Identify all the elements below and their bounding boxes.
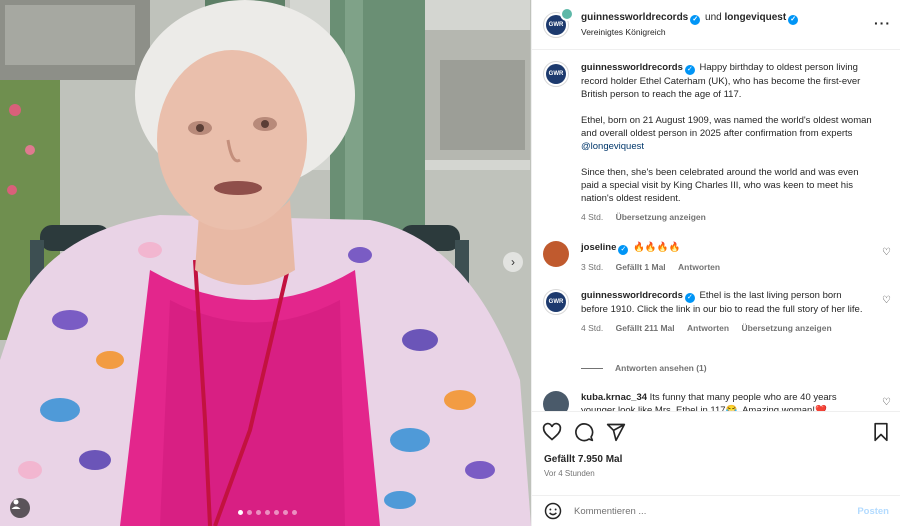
comment-body: joseline ✓ 🔥🔥🔥🔥 3 Std. Gefällt 1 Mal Antw… [581, 241, 871, 274]
comment-time[interactable]: 3 Std. [581, 262, 603, 272]
comment-input[interactable] [574, 505, 858, 517]
comment-icon[interactable] [574, 422, 594, 442]
caption-meta: 4 Std. Übersetzung anzeigen [581, 211, 876, 224]
translate-button[interactable]: Übersetzung anzeigen [741, 323, 831, 333]
comment-body: kuba.krnac_34 Its funny that many people… [581, 391, 871, 411]
carousel-dot [292, 510, 297, 515]
comments-list[interactable]: GWR guinnessworldrecords ✓ Happy birthday… [532, 51, 900, 411]
caption-paragraph: Since then, she's been celebrated around… [581, 166, 876, 205]
collaborator-avatar[interactable] [560, 6, 574, 21]
post-timestamp[interactable]: Vor 4 Stunden [544, 469, 595, 478]
header-usernames: guinnessworldrecords ✓ und longeviquest ✓ [581, 10, 800, 25]
comment-username[interactable]: guinnessworldrecords [581, 290, 683, 301]
bookmark-icon[interactable] [871, 422, 891, 442]
comment-meta: 3 Std. Gefällt 1 Mal Antworten [581, 261, 871, 274]
like-comment-heart-icon[interactable]: ♡ [882, 295, 891, 306]
post-side-panel: GWR guinnessworldrecords ✓ und longevique… [531, 0, 900, 526]
post-header: GWR guinnessworldrecords ✓ und longevique… [532, 0, 900, 50]
photo-illustration [0, 0, 531, 526]
header-text: guinnessworldrecords ✓ und longeviquest ✓ … [581, 10, 800, 40]
more-options-icon[interactable]: ··· [874, 16, 891, 30]
carousel-dot [283, 510, 288, 515]
verified-icon: ✓ [788, 14, 799, 25]
verified-icon: ✓ [690, 14, 701, 25]
caption-paragraph: Ethel, born on 21 August 1909, was named… [581, 114, 876, 153]
comment-username[interactable]: kuba.krnac_34 [581, 392, 647, 403]
carousel-dot [256, 510, 261, 515]
post-modal: › GWR guinnessworldrecords ✓ und longevi… [0, 0, 900, 526]
comment-text: 🔥🔥🔥🔥 [633, 242, 681, 253]
commenter-avatar[interactable]: GWR [543, 289, 569, 315]
verified-icon: ✓ [684, 65, 695, 75]
header-joiner: und [705, 11, 722, 23]
caption-body: guinnessworldrecords ✓ Happy birthday to … [581, 61, 876, 224]
comment-item: GWR guinnessworldrecords ✓ Ethel is the l… [543, 289, 891, 335]
comment-item: joseline ✓ 🔥🔥🔥🔥 3 Std. Gefällt 1 Mal Antw… [543, 241, 891, 274]
commenter-avatar[interactable] [543, 391, 569, 411]
author-username[interactable]: guinnessworldrecords [581, 12, 688, 23]
caption-text: Ethel, born on 21 August 1909, was named… [581, 115, 872, 139]
comment-item: kuba.krnac_34 Its funny that many people… [543, 391, 891, 411]
user-icon [11, 499, 21, 509]
gwr-logo-icon: GWR [546, 64, 566, 84]
caption-avatar[interactable]: GWR [543, 61, 569, 87]
carousel-dot [247, 510, 252, 515]
carousel-dot [274, 510, 279, 515]
caption: GWR guinnessworldrecords ✓ Happy birthday… [543, 61, 891, 224]
carousel-dot [265, 510, 270, 515]
comment-body: guinnessworldrecords ✓ Ethel is the last … [581, 289, 871, 335]
comment-meta: 4 Std. Gefällt 211 Mal Antworten Überset… [581, 322, 871, 335]
location-link[interactable]: Vereinigtes Königreich [581, 25, 800, 40]
carousel-indicator [238, 510, 297, 515]
comment-composer: Posten [532, 495, 900, 526]
replies-divider [581, 367, 603, 369]
reply-button[interactable]: Antworten [678, 262, 720, 272]
comment-likes[interactable]: Gefällt 211 Mal [616, 323, 675, 333]
heart-icon[interactable] [542, 422, 562, 442]
caption-time[interactable]: 4 Std. [581, 212, 603, 222]
post-photo[interactable]: › [0, 0, 531, 526]
post-comment-button[interactable]: Posten [857, 506, 889, 517]
view-replies-label: Antworten ansehen (1) [615, 363, 707, 373]
likes-count[interactable]: Gefällt 7.950 Mal [544, 454, 622, 465]
commenter-avatar[interactable] [543, 241, 569, 267]
tagged-users-button[interactable] [10, 498, 30, 518]
like-comment-heart-icon[interactable]: ♡ [882, 397, 891, 408]
gwr-logo-icon: GWR [546, 292, 566, 312]
comment-time[interactable]: 4 Std. [581, 323, 603, 333]
action-icons [542, 422, 626, 442]
post-actions: Gefällt 7.950 Mal Vor 4 Stunden [532, 411, 900, 495]
verified-icon: ✓ [684, 293, 695, 303]
comment-likes[interactable]: Gefällt 1 Mal [616, 262, 666, 272]
caption-paragraph: guinnessworldrecords ✓ Happy birthday to … [581, 61, 876, 101]
translate-button[interactable]: Übersetzung anzeigen [616, 212, 706, 222]
collaborator-username[interactable]: longeviquest [725, 12, 787, 23]
carousel-next-button[interactable]: › [503, 252, 523, 272]
author-avatar[interactable]: GWR [543, 6, 574, 38]
caption-text: Since then, she's been celebrated around… [581, 167, 859, 204]
verified-icon: ✓ [618, 245, 629, 255]
reply-button[interactable]: Antworten [687, 323, 729, 333]
carousel-dot [238, 510, 243, 515]
share-icon[interactable] [606, 422, 626, 442]
emoji-icon[interactable] [544, 502, 562, 520]
like-comment-heart-icon[interactable]: ♡ [882, 247, 891, 258]
comment-username[interactable]: joseline [581, 242, 616, 253]
caption-username[interactable]: guinnessworldrecords [581, 62, 683, 73]
mention-link[interactable]: @longeviquest [581, 141, 644, 152]
view-replies-button[interactable]: Antworten ansehen (1) [581, 363, 707, 373]
